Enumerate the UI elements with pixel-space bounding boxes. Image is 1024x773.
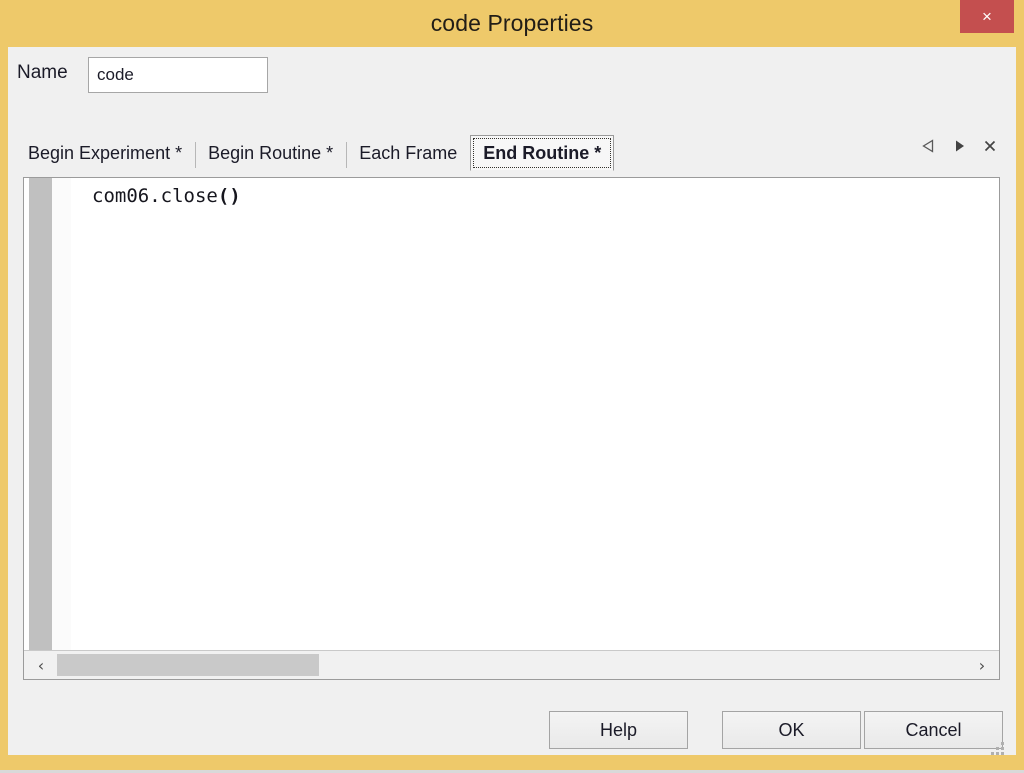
tab-label: Each Frame	[359, 143, 458, 163]
code-line: com06.close()	[92, 184, 999, 208]
editor-gutter	[29, 178, 52, 650]
window-close-button[interactable]: ×	[960, 0, 1014, 33]
triangle-right-filled-icon[interactable]	[951, 136, 967, 156]
code-line-text: com06.close	[92, 185, 218, 207]
tab-list: Begin Experiment * Begin Routine * Each …	[15, 130, 615, 171]
window-title: code Properties	[430, 10, 594, 36]
tab-each-frame[interactable]: Each Frame	[346, 137, 470, 170]
code-properties-dialog: code Properties × Name Begin Experiment …	[0, 0, 1024, 770]
tab-navigation	[920, 136, 998, 156]
code-line-parens: ()	[217, 185, 241, 207]
triangle-left-outline-icon[interactable]	[920, 136, 936, 156]
code-text-area[interactable]: com06.close()	[71, 178, 999, 650]
code-editor-viewport[interactable]: com06.close()	[24, 178, 999, 650]
tab-label: End Routine *	[483, 142, 602, 163]
tab-label: Begin Routine *	[208, 143, 334, 163]
code-editor[interactable]: com06.close() ‹ ›	[23, 177, 1000, 680]
name-input[interactable]	[88, 57, 268, 93]
tab-begin-routine[interactable]: Begin Routine *	[195, 137, 346, 170]
title-bar: code Properties ×	[0, 0, 1024, 47]
ok-button[interactable]: OK	[722, 711, 861, 749]
name-label: Name	[17, 62, 68, 83]
scroll-left-icon[interactable]: ‹	[26, 651, 56, 679]
editor-fold-margin	[52, 178, 71, 650]
scrollbar-thumb[interactable]	[57, 654, 319, 676]
tab-begin-experiment[interactable]: Begin Experiment *	[15, 137, 195, 170]
cancel-button[interactable]: Cancel	[864, 711, 1003, 749]
scroll-right-icon[interactable]: ›	[967, 651, 997, 679]
help-button[interactable]: Help	[549, 711, 688, 749]
editor-horizontal-scrollbar[interactable]: ‹ ›	[24, 650, 999, 679]
close-icon: ×	[982, 7, 992, 26]
tab-end-routine[interactable]: End Routine *	[470, 135, 615, 171]
close-x-icon[interactable]	[982, 136, 998, 156]
code-tab-strip: Begin Experiment * Begin Routine * Each …	[15, 130, 1000, 171]
tab-label: Begin Experiment *	[28, 143, 183, 163]
resize-grip[interactable]	[991, 742, 1005, 755]
